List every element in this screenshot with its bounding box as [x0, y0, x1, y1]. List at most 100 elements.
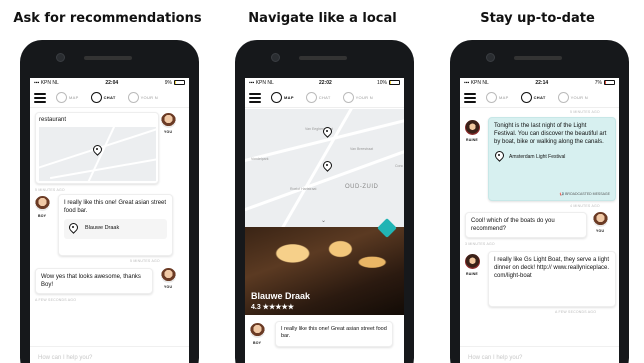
street-label: Roelof Hartstraat — [290, 187, 317, 191]
carrier-label: KPN NL — [40, 80, 59, 86]
tab-chat-label: CHAT — [103, 95, 116, 100]
panel-stay-up-to-date: Stay up-to-date ▪▪▪ KPN NL 22:14 7% MAP … — [430, 0, 644, 363]
battery-percent: 10% — [376, 80, 387, 86]
message-text: I really like Gs Light Boat, they serve … — [494, 257, 610, 280]
boy-avatar — [35, 196, 50, 211]
raine-message: I really like Gs Light Boat, they serve … — [488, 251, 616, 307]
mini-map[interactable] — [39, 127, 156, 181]
avatar-label: YOU — [596, 229, 605, 233]
timestamp: 5 MINUTES AGO — [35, 188, 65, 192]
chevron-down-icon[interactable]: ⌄ — [321, 217, 326, 224]
phone-screen: ▪▪▪ KPN NL 22:02 10% MAP CHAT YOUR N Van… — [245, 78, 404, 363]
user-avatar — [161, 268, 176, 283]
message-text: Tonight is the last night of the Light F… — [494, 123, 607, 146]
broadcast-label: 📢 BROADCASTED MESSAGE — [559, 192, 610, 197]
status-bar: ▪▪▪ KPN NL 22:14 7% — [460, 78, 619, 88]
battery-icon — [389, 80, 400, 86]
raine-avatar — [465, 120, 480, 135]
carrier-label: KPN NL — [470, 80, 489, 86]
app-bar: MAP CHAT YOUR N — [245, 88, 404, 108]
broadcast-message: Tonight is the last night of the Light F… — [488, 117, 616, 201]
panel-ask-recommendations: Ask for recommendations ▪▪▪ KPN NL 22:04… — [0, 0, 215, 363]
tab-your-n[interactable]: YOUR N — [557, 92, 588, 103]
panel-caption: Stay up-to-date — [480, 11, 595, 26]
tab-map[interactable]: MAP — [486, 92, 509, 103]
signal-icon: ▪▪▪ — [249, 80, 255, 86]
panel-caption: Navigate like a local — [248, 11, 397, 26]
map-pin-icon[interactable] — [92, 145, 101, 157]
phone-frame: ▪▪▪ KPN NL 22:14 7% MAP CHAT YOUR N 5 MI… — [450, 40, 629, 363]
battery-icon — [604, 80, 615, 86]
tab-your-n-label: YOUR N — [140, 95, 158, 100]
boy-message: I really like this one! Great asian stre… — [58, 194, 173, 256]
tab-chat[interactable]: CHAT — [305, 92, 331, 103]
timestamp: A FEW SECONDS AGO — [35, 298, 77, 302]
status-bar: ▪▪▪ KPN NL 22:04 9% — [30, 78, 189, 88]
menu-icon[interactable] — [34, 92, 46, 103]
place-name: Blauwe Draak — [85, 225, 120, 232]
tab-map-label: MAP — [284, 95, 294, 100]
tab-map[interactable]: MAP — [271, 92, 294, 103]
event-name: Amsterdam Light Festival — [509, 153, 566, 160]
clock-label: 22:14 — [535, 80, 549, 86]
message-text: Cool! which of the boats do you recommen… — [471, 218, 555, 233]
speaker-grille — [299, 56, 347, 60]
battery-percent: 9% — [164, 80, 172, 86]
map-pin-icon — [486, 92, 497, 103]
place-card[interactable]: Blauwe Draak — [64, 219, 167, 240]
panel-navigate-local: Navigate like a local ▪▪▪ KPN NL 22:02 1… — [215, 0, 430, 363]
menu-icon[interactable] — [464, 92, 476, 103]
timestamp: 5 MINUTES AGO — [570, 110, 600, 114]
phone-screen: ▪▪▪ KPN NL 22:04 9% MAP CHAT YOUR N rest… — [30, 78, 189, 363]
speaker-grille — [514, 56, 562, 60]
boy-message: I really like this one! Great asian stre… — [275, 321, 393, 347]
tab-chat[interactable]: CHAT — [520, 92, 546, 103]
signal-icon: ▪▪▪ — [34, 80, 40, 86]
location-pin-icon — [494, 151, 503, 163]
tab-map[interactable]: MAP — [56, 92, 79, 103]
camera-icon — [271, 53, 280, 62]
user-message: Cool! which of the boats do you recommen… — [465, 212, 587, 238]
phone-screen: ▪▪▪ KPN NL 22:14 7% MAP CHAT YOUR N 5 MI… — [460, 78, 619, 363]
user-message: restaurant — [35, 112, 159, 184]
user-avatar — [593, 212, 608, 227]
street-label: Vondelpark — [251, 157, 269, 161]
clock-label: 22:04 — [105, 80, 119, 86]
battery-icon — [174, 80, 185, 86]
full-map[interactable]: Van Eeghenstraat Van Breestraat Vondelpa… — [245, 109, 404, 227]
tab-your-n-label: YOUR N — [570, 95, 588, 100]
tab-your-n[interactable]: YOUR N — [127, 92, 158, 103]
menu-icon[interactable] — [249, 92, 261, 103]
chat-icon — [305, 92, 317, 103]
chat-icon — [520, 92, 532, 103]
tab-chat-label: CHAT — [533, 95, 546, 100]
map-pin-icon[interactable] — [322, 127, 331, 139]
place-title: Blauwe Draak — [251, 291, 311, 301]
tab-your-n-label: YOUR N — [355, 95, 373, 100]
panel-caption: Ask for recommendations — [13, 11, 202, 26]
avatar-label: BOY — [253, 341, 262, 345]
street-label: Conc — [395, 164, 404, 168]
chat-input[interactable]: How can I help you? — [30, 346, 189, 363]
tab-chat[interactable]: CHAT — [90, 92, 116, 103]
event-card[interactable]: Amsterdam Light Festival — [494, 151, 610, 163]
tab-chat-label: CHAT — [318, 95, 331, 100]
avatar-label: YOU — [164, 130, 173, 134]
map-pin-icon — [271, 92, 282, 103]
signal-icon: ▪▪▪ — [464, 80, 470, 86]
tab-your-n[interactable]: YOUR N — [342, 92, 373, 103]
place-rating: 4.3 ★★★★★ — [251, 304, 295, 311]
map-pin-icon — [56, 92, 67, 103]
speaker-grille — [84, 56, 132, 60]
place-photo[interactable]: Blauwe Draak 4.3 ★★★★★ — [245, 218, 404, 315]
street-label: Van Breestraat — [350, 147, 374, 151]
raine-avatar — [465, 254, 480, 269]
boy-avatar — [250, 323, 265, 338]
carrier-label: KPN NL — [255, 80, 274, 86]
chat-thread: restaurant YOU 5 MINUTES AGO BOY I reall… — [30, 108, 189, 302]
avatar-label: RAINE — [466, 272, 478, 276]
map-pin-icon[interactable] — [322, 161, 331, 173]
message-text: I really like this one! Great asian stre… — [281, 326, 387, 340]
chat-input[interactable]: How can I help you? — [460, 346, 619, 363]
avatar-label: YOU — [164, 285, 173, 289]
